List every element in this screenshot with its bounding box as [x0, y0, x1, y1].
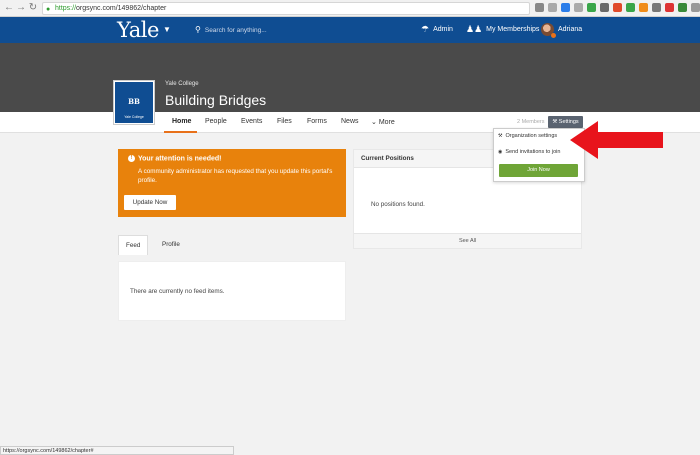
alert-icon: ! [128, 155, 135, 162]
umbrella-icon: ☂ [421, 24, 430, 34]
forward-icon[interactable]: → [15, 2, 27, 14]
back-icon[interactable]: ← [3, 2, 15, 14]
join-now-button[interactable]: Join Now [499, 164, 578, 177]
address-bar[interactable]: ● https://orgsync.com/149862/chapter [42, 2, 530, 15]
memberships-label: My Memberships [486, 26, 540, 33]
update-now-button[interactable]: Update Now [124, 195, 176, 210]
extension-icon[interactable] [587, 3, 596, 12]
members-count[interactable]: 2 Members [517, 119, 545, 125]
tab-more[interactable]: ⌄ More [371, 118, 395, 126]
extension-icon[interactable] [561, 3, 570, 12]
tab-home[interactable]: Home [172, 118, 191, 125]
search-input[interactable]: ⚲ Search for anything... [195, 25, 267, 34]
lock-icon: ● [46, 6, 51, 13]
menu-item-send-invitations[interactable]: ◉ Send invitations to join [498, 149, 560, 155]
org-logo: BB Yale College [114, 81, 154, 124]
user-name: Adriana [558, 26, 583, 33]
wrench-icon: ⚒ [552, 119, 558, 125]
tab-forms[interactable]: Forms [307, 118, 327, 125]
reload-icon[interactable]: ↻ [27, 2, 39, 14]
group-icon: ♟♟ [466, 24, 483, 34]
search-icon: ⚲ [195, 25, 201, 34]
extension-icon[interactable] [613, 3, 622, 12]
admin-label: Admin [433, 26, 453, 33]
extension-icon[interactable] [678, 3, 687, 12]
menu-item-label: Organization settings [505, 133, 558, 139]
active-tab-indicator [164, 131, 197, 133]
tab-profile[interactable]: Profile [162, 235, 180, 255]
url-text: orgsync.com/149862/chapter [76, 5, 167, 12]
page-title: Building Bridges [165, 92, 267, 108]
eye-icon: ◉ [498, 149, 503, 155]
red-arrow-annotation [570, 121, 663, 159]
org-logo-initials: BB [128, 97, 140, 106]
browser-status-bar: https://orgsync.com/149862/chapter# [0, 446, 234, 455]
extension-icon[interactable] [626, 3, 635, 12]
org-banner: Yale College Building Bridges [0, 43, 700, 112]
alert-message: A community administrator has requested … [138, 168, 333, 184]
caret-down-icon[interactable]: ▼ [163, 25, 171, 34]
star-icon[interactable] [548, 3, 557, 12]
feed-tabs: Feed Profile [118, 235, 346, 255]
extension-icon[interactable] [574, 3, 583, 12]
extension-icon[interactable] [665, 3, 674, 12]
feed-empty-message: There are currently no feed items. [130, 288, 225, 295]
extension-icons [535, 3, 700, 14]
tab-people[interactable]: People [205, 118, 227, 125]
browser-toolbar: ← → ↻ ● https://orgsync.com/149862/chapt… [0, 0, 700, 17]
chevron-down-icon: ⌄ [371, 119, 377, 126]
org-logo-subtitle: Yale College [124, 115, 144, 119]
tab-feed[interactable]: Feed [118, 235, 149, 255]
user-menu[interactable]: Adriana [541, 23, 583, 38]
see-all-link[interactable]: See All [354, 233, 581, 248]
yale-logo[interactable]: Yale [117, 18, 159, 42]
wrench-icon: ⚒ [498, 133, 503, 139]
positions-empty-message: No positions found. [371, 201, 425, 208]
search-icon[interactable] [535, 3, 544, 12]
admin-link[interactable]: ☂ Admin [421, 24, 453, 35]
search-placeholder: Search for anything... [204, 27, 267, 34]
top-navigation: Yale ▼ ⚲ Search for anything... ☂ Admin ♟♟… [0, 17, 700, 43]
attention-alert: ! Your attention is needed! A community a… [118, 149, 346, 217]
menu-item-organization-settings[interactable]: ⚒ Organization settings [498, 133, 557, 139]
tab-news[interactable]: News [341, 118, 359, 125]
notification-badge [551, 33, 556, 38]
feed-panel: There are currently no feed items. [118, 261, 346, 321]
extension-icon[interactable] [652, 3, 661, 12]
url-scheme: https:// [55, 5, 77, 12]
tab-events[interactable]: Events [241, 118, 262, 125]
alert-title-text: Your attention is needed! [138, 155, 222, 163]
menu-item-label: Send invitations to join [505, 149, 561, 155]
tab-files[interactable]: Files [277, 118, 292, 125]
memberships-link[interactable]: ♟♟ My Memberships [466, 24, 539, 35]
avatar [541, 23, 556, 38]
tab-more-label: More [378, 119, 395, 126]
alert-title: ! Your attention is needed! [128, 155, 222, 162]
rss-icon[interactable] [639, 3, 648, 12]
parent-org[interactable]: Yale College [165, 81, 199, 87]
extension-icon[interactable] [600, 3, 609, 12]
extension-icon[interactable] [691, 3, 700, 12]
